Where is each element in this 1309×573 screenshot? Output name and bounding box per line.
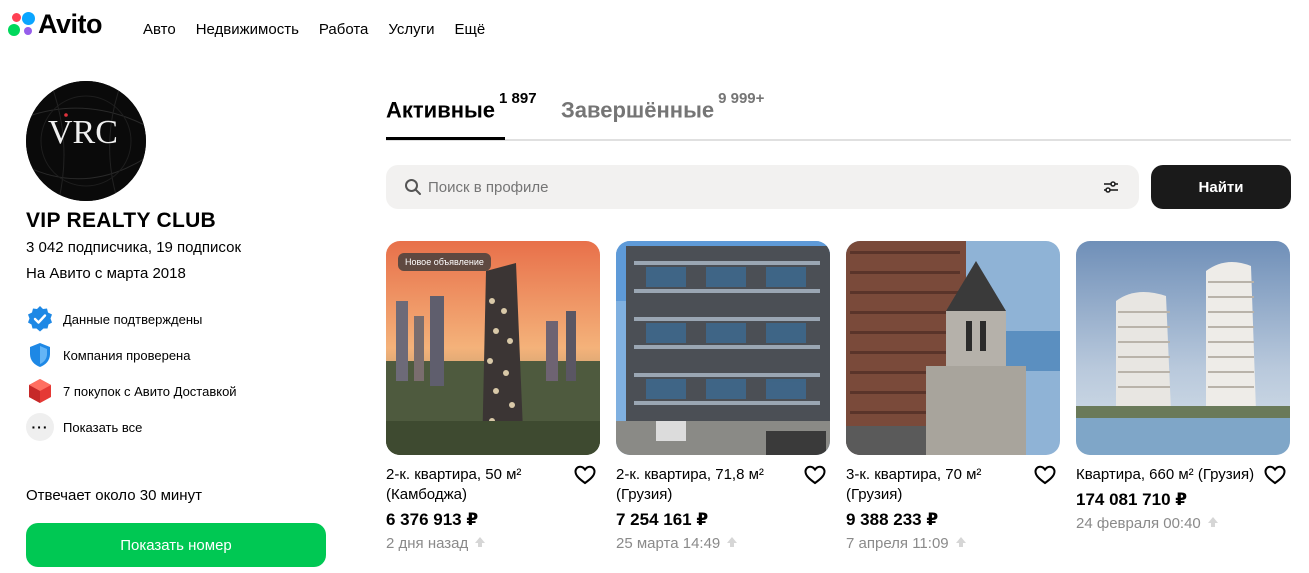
- tab-label: Активные: [386, 97, 496, 123]
- avito-logo[interactable]: Avito: [8, 9, 103, 39]
- badge-show-all[interactable]: ··· Показать все: [26, 413, 237, 441]
- listing-title[interactable]: Квартира, 660 м² (Грузия): [1076, 465, 1261, 485]
- listing-photo[interactable]: Новое объявление: [386, 241, 600, 455]
- shield-icon: [26, 341, 56, 369]
- date-text: 2 дня назад: [386, 535, 469, 552]
- date-text: 25 марта 14:49: [616, 535, 721, 552]
- raise-arrow-icon: [955, 535, 967, 552]
- listing-price: 7 254 161 ₽: [616, 510, 709, 529]
- listing-date: 24 февраля 00:40: [1076, 515, 1290, 532]
- profile-search: [386, 165, 1139, 209]
- show-phone-button[interactable]: Показать номер: [26, 523, 326, 567]
- raise-arrow-icon: [726, 535, 738, 552]
- tab-label: Завершённые: [561, 97, 715, 123]
- nav-item-jobs[interactable]: Работа: [319, 21, 369, 39]
- badge-delivery[interactable]: 7 покупок с Авито Доставкой: [26, 377, 237, 405]
- tab-count: 9 999+: [718, 90, 765, 107]
- favorite-heart-icon[interactable]: [574, 465, 596, 490]
- nav-item-more[interactable]: Ещё: [455, 21, 486, 39]
- profile-badges: Данные подтверждены Компания проверена 7…: [26, 305, 237, 449]
- top-nav: Авто Недвижимость Работа Услуги Ещё: [143, 21, 505, 39]
- search-input[interactable]: [428, 165, 1088, 209]
- listing-title[interactable]: 2-к. квартира, 50 м² (Камбоджа): [386, 465, 571, 505]
- find-button[interactable]: Найти: [1151, 165, 1291, 209]
- member-since: На Авито с марта 2018: [26, 265, 186, 282]
- listing-date: 2 дня назад: [386, 535, 600, 552]
- badge-label: 7 покупок с Авито Доставкой: [63, 383, 237, 399]
- listing-date: 25 марта 14:49: [616, 535, 830, 552]
- badge-company-checked[interactable]: Компания проверена: [26, 341, 237, 369]
- nav-item-auto[interactable]: Авто: [143, 21, 176, 39]
- badge-label: Компания проверена: [63, 347, 191, 363]
- favorite-heart-icon[interactable]: [804, 465, 826, 490]
- verified-check-icon: [26, 305, 56, 333]
- listing-card[interactable]: Новое объявление 2-к. квартира, 50 м² (К…: [386, 241, 600, 552]
- date-text: 24 февраля 00:40: [1076, 515, 1201, 532]
- nav-item-realty[interactable]: Недвижимость: [196, 21, 299, 39]
- tab-active[interactable]: Активные 1 897: [386, 90, 537, 141]
- filter-sliders-icon[interactable]: [1103, 179, 1119, 200]
- profile-name: VIP REALTY CLUB: [26, 209, 217, 232]
- listing-title[interactable]: 3-к. квартира, 70 м² (Грузия): [846, 465, 1031, 505]
- logo-text: Avito: [38, 9, 103, 39]
- more-dots-icon: ···: [26, 413, 54, 441]
- listing-card[interactable]: 3-к. квартира, 70 м² (Грузия) 9 388 233 …: [846, 241, 1060, 552]
- listing-price: 6 376 913 ₽: [386, 510, 479, 529]
- listing-photo[interactable]: [1076, 241, 1290, 455]
- listing-tabs: Активные 1 897 Завершённые 9 999+: [386, 90, 1291, 141]
- search-icon: [404, 178, 422, 201]
- new-listing-badge: Новое объявление: [398, 253, 491, 271]
- raise-arrow-icon: [474, 535, 486, 552]
- date-text: 7 апреля 11:09: [846, 535, 949, 552]
- listing-photo[interactable]: [616, 241, 830, 455]
- avatar: VRC: [26, 81, 146, 201]
- svg-text:VRC: VRC: [48, 114, 118, 151]
- tab-completed[interactable]: Завершённые 9 999+: [561, 90, 764, 123]
- header: Avito Авто Недвижимость Работа Услуги Ещ…: [0, 0, 1309, 60]
- listing-title[interactable]: 2-к. квартира, 71,8 м² (Грузия): [616, 465, 801, 505]
- badge-label: Данные подтверждены: [63, 311, 203, 327]
- nav-item-services[interactable]: Услуги: [388, 21, 434, 39]
- avito-logo-icon: [8, 10, 36, 38]
- listing-date: 7 апреля 11:09: [846, 535, 1060, 552]
- listing-photo[interactable]: [846, 241, 1060, 455]
- reply-time: Отвечает около 30 минут: [26, 487, 202, 504]
- listing-card[interactable]: Квартира, 660 м² (Грузия) 174 081 710 ₽ …: [1076, 241, 1290, 532]
- favorite-heart-icon[interactable]: [1264, 465, 1286, 490]
- raise-arrow-icon: [1207, 515, 1219, 532]
- listing-card[interactable]: 2-к. квартира, 71,8 м² (Грузия) 7 254 16…: [616, 241, 830, 552]
- listing-price: 174 081 710 ₽: [1076, 490, 1188, 509]
- tab-count: 1 897: [499, 90, 537, 107]
- badge-data-verified[interactable]: Данные подтверждены: [26, 305, 237, 333]
- badge-label: Показать все: [63, 419, 143, 435]
- delivery-box-icon: [26, 377, 56, 405]
- favorite-heart-icon[interactable]: [1034, 465, 1056, 490]
- listing-price: 9 388 233 ₽: [846, 510, 939, 529]
- subscribers-count[interactable]: 3 042 подписчика, 19 подписок: [26, 239, 241, 256]
